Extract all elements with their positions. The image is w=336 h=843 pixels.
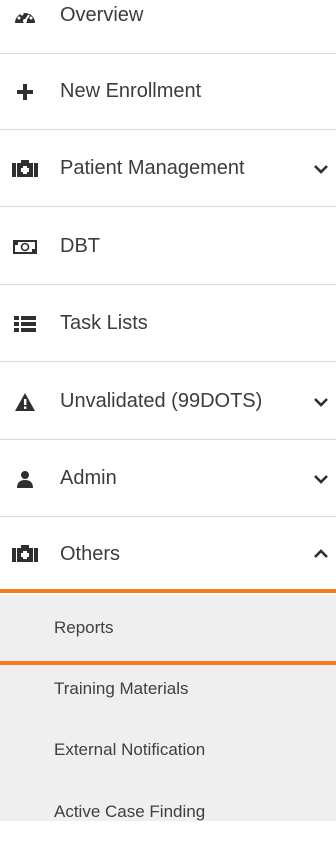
sidebar-item-label: Others bbox=[60, 542, 121, 565]
chevron-up-icon[interactable] bbox=[312, 545, 330, 563]
others-submenu: Reports Training Materials External Noti… bbox=[0, 595, 336, 821]
sidebar-item-label: New Enrollment bbox=[60, 80, 202, 102]
chevron-down-icon[interactable] bbox=[312, 160, 330, 178]
sidebar-nav: Overview New Enrollment Patient Manageme… bbox=[0, 0, 336, 821]
sidebar-item-label: Unvalidated (99DOTS) bbox=[60, 390, 263, 412]
sidebar-item-patient-management[interactable]: Patient Management bbox=[0, 131, 336, 207]
sidebar-item-dbt[interactable]: DBT bbox=[0, 209, 336, 285]
sidebar-item-label: Overview bbox=[60, 4, 144, 26]
sidebar-item-label: Patient Management bbox=[60, 157, 245, 179]
money-icon bbox=[12, 237, 38, 257]
sidebar-item-label: DBT bbox=[60, 235, 100, 257]
user-icon bbox=[12, 469, 38, 489]
active-indicator-top bbox=[0, 589, 336, 593]
warning-icon bbox=[12, 392, 38, 412]
sidebar-item-label: Admin bbox=[60, 467, 117, 489]
sidebar-item-others[interactable]: Others bbox=[0, 518, 336, 590]
chevron-down-icon[interactable] bbox=[312, 393, 330, 411]
submenu-item-label: Reports bbox=[54, 618, 114, 637]
sidebar-item-admin[interactable]: Admin bbox=[0, 441, 336, 517]
plus-icon bbox=[12, 82, 38, 102]
submenu-item-reports[interactable]: Reports bbox=[0, 597, 336, 659]
chevron-down-icon[interactable] bbox=[312, 470, 330, 488]
submenu-item-training-materials[interactable]: Training Materials bbox=[0, 658, 336, 720]
sidebar-item-unvalidated[interactable]: Unvalidated (99DOTS) bbox=[0, 364, 336, 440]
medkit-icon bbox=[12, 544, 38, 564]
active-indicator-bottom bbox=[0, 661, 336, 665]
list-icon bbox=[12, 314, 38, 334]
submenu-item-label: Training Materials bbox=[54, 679, 189, 698]
submenu-item-label: Active Case Finding bbox=[54, 802, 206, 821]
medkit-icon bbox=[12, 159, 38, 179]
dashboard-icon bbox=[12, 6, 38, 26]
sidebar-item-overview[interactable]: Overview bbox=[0, 0, 336, 54]
sidebar-item-new-enrollment[interactable]: New Enrollment bbox=[0, 54, 336, 130]
sidebar-item-task-lists[interactable]: Task Lists bbox=[0, 286, 336, 362]
submenu-item-label: External Notification bbox=[54, 740, 206, 759]
submenu-item-active-case-finding[interactable]: Active Case Finding bbox=[0, 781, 336, 843]
submenu-item-external-notification[interactable]: External Notification bbox=[0, 719, 336, 781]
sidebar-item-label: Task Lists bbox=[60, 312, 148, 334]
